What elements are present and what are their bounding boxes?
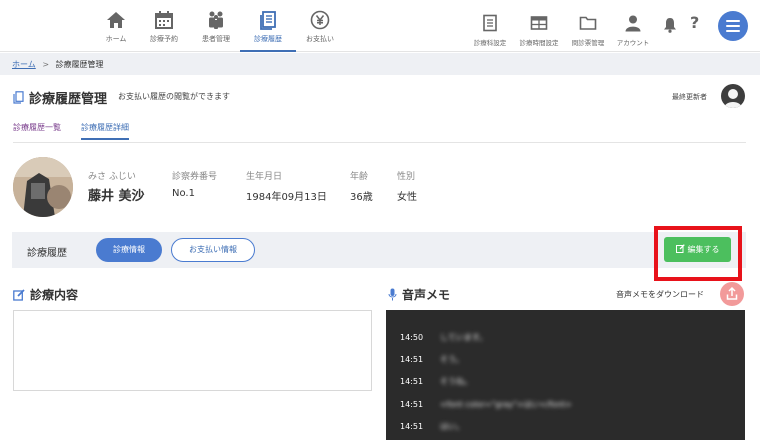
memo-text: しています。 [440, 333, 487, 342]
nav-history-label: 診療履歴 [254, 35, 282, 43]
gender-label: 性別 [397, 172, 416, 182]
yen-icon [310, 10, 330, 30]
nav-patients-label: 患者管理 [202, 35, 230, 43]
memo-time: 14:51 [400, 377, 424, 386]
memo-row: 14:51 はい。 [400, 421, 464, 432]
history-icon [13, 91, 24, 104]
hamburger-icon [726, 20, 740, 22]
breadcrumb-current: 診療履歴管理 [55, 60, 104, 69]
user-avatar-icon [724, 89, 742, 108]
nav-department-label: 診療科設定 [473, 39, 507, 47]
memo-section-title: 音声メモ [388, 286, 450, 303]
nav-questionnaire[interactable]: 問診票管理 [568, 14, 608, 47]
record-toolbar-label: 診療履歴 [27, 248, 67, 259]
folder-icon [579, 16, 597, 30]
birth-date-label: 生年月日 [246, 172, 283, 182]
age-label: 年齢 [350, 172, 369, 182]
memo-row: 14:51 <font color="gray">はい</font> [400, 399, 572, 410]
home-icon [107, 12, 125, 28]
nav-payment-label: お支払い [306, 35, 334, 43]
patient-photo [13, 157, 73, 217]
memo-text: そうね。 [440, 377, 472, 386]
memo-text: <font color="gray">はい</font> [440, 400, 572, 409]
top-navigation: ホーム 診療予約 患者管理 診療履歴 お支払い 診療科設定 診療時間設定 問診票… [0, 0, 760, 52]
nav-account[interactable]: アカウント [614, 14, 652, 47]
download-icon [726, 286, 738, 300]
memo-time: 14:51 [400, 400, 424, 409]
age-value: 36歳 [350, 192, 373, 203]
nav-hours-label: 診療時間設定 [519, 39, 559, 47]
tab-history-list[interactable]: 診療履歴一覧 [13, 122, 61, 133]
card-number-value: No.1 [172, 188, 195, 199]
user-icon [625, 15, 641, 32]
last-updater-label: 最終更新者 [672, 93, 707, 101]
tab-divider [13, 142, 746, 143]
memo-time: 14:51 [400, 355, 424, 364]
nav-questionnaire-label: 問診票管理 [571, 39, 605, 47]
content-section-title: 診療内容 [13, 286, 78, 303]
bell-icon [664, 18, 676, 33]
nav-department-settings[interactable]: 診療科設定 [471, 14, 509, 47]
memo-row: 14:50 しています。 [400, 332, 487, 343]
page-subtitle: お支払い履歴の閲覧ができます [118, 92, 230, 101]
schedule-icon [530, 16, 548, 30]
patient-name: 藤井 美沙 [88, 189, 145, 204]
memo-text: そう。 [440, 355, 464, 364]
microphone-icon [388, 288, 397, 301]
content-textarea[interactable] [13, 310, 372, 391]
edit-icon [13, 288, 25, 301]
nav-reservation-label: 診療予約 [150, 35, 178, 43]
nav-history[interactable]: 診療履歴 [240, 10, 296, 52]
patient-photo-image [13, 157, 73, 217]
memo-transcript: 14:50 しています。 14:51 そう。 14:51 そうね。 14:51 <fon… [386, 310, 745, 440]
highlight-frame [654, 226, 742, 281]
updater-avatar[interactable] [721, 84, 745, 108]
history-icon [260, 11, 276, 30]
patients-icon [209, 11, 223, 29]
notification-button[interactable] [663, 17, 677, 33]
tab-history-detail[interactable]: 診療履歴詳細 [81, 122, 129, 140]
calendar-icon [155, 11, 173, 29]
memo-download-button[interactable] [720, 282, 744, 306]
breadcrumb-separator: > [42, 60, 50, 69]
memo-time: 14:50 [400, 333, 424, 342]
tab-payment-info[interactable]: お支払い情報 [171, 238, 255, 262]
memo-time: 14:51 [400, 422, 424, 431]
memo-row: 14:51 そう。 [400, 354, 464, 365]
birth-date-value: 1984年09月13日 [246, 192, 327, 203]
menu-button[interactable] [718, 11, 748, 41]
breadcrumb-home-link[interactable]: ホーム [12, 60, 36, 69]
card-number-label: 診察券番号 [172, 172, 218, 182]
nav-hours-settings[interactable]: 診療時間設定 [515, 14, 563, 47]
breadcrumb: ホーム > 診療履歴管理 [0, 53, 760, 75]
nav-payment[interactable]: お支払い [292, 10, 348, 44]
patient-kana-name: みさ ふじい [88, 172, 136, 182]
document-icon [483, 14, 497, 32]
nav-account-label: アカウント [616, 39, 650, 47]
nav-patients[interactable]: 患者管理 [188, 10, 244, 44]
page-title-text: 診療履歴管理 [29, 92, 108, 107]
gender-value: 女性 [397, 192, 417, 203]
nav-reservation[interactable]: 診療予約 [136, 10, 192, 44]
memo-download-label[interactable]: 音声メモをダウンロード [616, 289, 704, 300]
page-title: 診療履歴管理 [13, 88, 107, 107]
memo-row: 14:51 そうね。 [400, 376, 472, 387]
tab-medical-info[interactable]: 診療情報 [96, 238, 162, 262]
help-button[interactable]: ? [690, 13, 699, 32]
memo-text: はい。 [440, 422, 464, 431]
content-section-title-text: 診療内容 [30, 288, 79, 302]
memo-section-title-text: 音声メモ [402, 288, 451, 302]
